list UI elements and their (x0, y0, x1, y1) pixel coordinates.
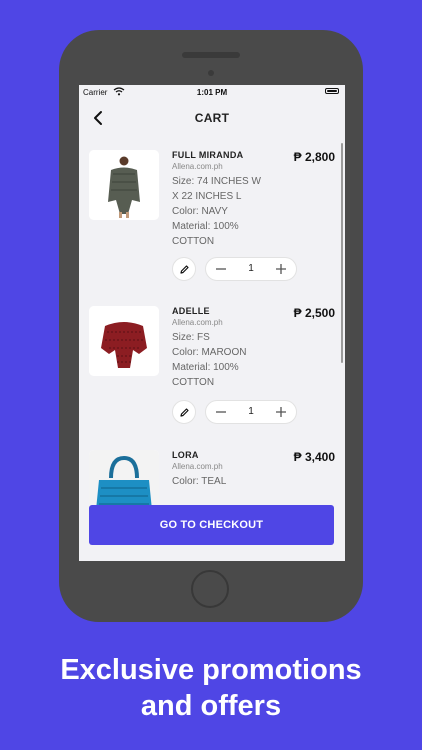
product-image[interactable] (89, 150, 159, 220)
plus-icon[interactable] (274, 405, 288, 419)
detail-line: X 22 INCHES L (172, 191, 242, 202)
quantity-stepper: 1 (205, 400, 297, 424)
product-details: Size: FS Color: MAROON Material: 100% CO… (172, 330, 272, 390)
cart-item: ADELLE Allena.com.ph ₱ 2,500 Size: FS Co… (79, 306, 345, 436)
pencil-icon (180, 408, 189, 417)
battery-icon (325, 88, 339, 94)
nav-bar: CART (79, 103, 345, 133)
detail-line: Material: 100% (172, 221, 239, 232)
product-price: ₱ 2,500 (293, 306, 335, 320)
pencil-icon (180, 265, 189, 274)
detail-line: COTTON (172, 236, 215, 247)
quantity-stepper: 1 (205, 257, 297, 281)
cart-item: FULL MIRANDA Allena.com.ph ₱ 2,800 Size:… (79, 150, 345, 290)
detail-line: Color: MAROON (172, 347, 247, 358)
detail-line: Color: NAVY (172, 206, 228, 217)
store-name: Allena.com.ph (172, 318, 223, 327)
product-details: Size: 74 INCHES W X 22 INCHES L Color: N… (172, 174, 272, 249)
product-image[interactable] (89, 306, 159, 376)
plus-icon[interactable] (274, 262, 288, 276)
product-name[interactable]: LORA (172, 450, 199, 460)
detail-line: Color: TEAL (172, 476, 227, 487)
cart-item: LORA Allena.com.ph ₱ 3,400 Color: TEAL (79, 450, 345, 520)
detail-line: Size: FS (172, 332, 210, 343)
store-name: Allena.com.ph (172, 162, 223, 171)
status-bar: Carrier 1:01 PM (79, 85, 345, 99)
page-title: CART (194, 111, 230, 125)
product-price: ₱ 2,800 (293, 150, 335, 164)
phone-camera (208, 70, 214, 76)
promo-tagline: Exclusive promotions and offers (0, 652, 422, 724)
home-button[interactable] (191, 570, 229, 608)
product-name[interactable]: FULL MIRANDA (172, 150, 243, 160)
checkout-button[interactable]: GO TO CHECKOUT (89, 505, 334, 545)
store-name: Allena.com.ph (172, 462, 223, 471)
detail-line: Material: 100% (172, 362, 239, 373)
edit-button[interactable] (172, 400, 196, 424)
product-details: Color: TEAL (172, 474, 272, 489)
status-time: 1:01 PM (196, 88, 228, 97)
phone-speaker (182, 52, 240, 58)
detail-line: Size: 74 INCHES W (172, 176, 261, 187)
tagline-line: and offers (140, 690, 282, 722)
app-screen: Carrier 1:01 PM CART FULL MIRANDA Allena… (79, 85, 345, 561)
detail-line: COTTON (172, 377, 215, 388)
edit-button[interactable] (172, 257, 196, 281)
product-price: ₱ 3,400 (293, 450, 335, 464)
product-name[interactable]: ADELLE (172, 306, 210, 316)
tagline-line: Exclusive promotions (60, 654, 362, 686)
